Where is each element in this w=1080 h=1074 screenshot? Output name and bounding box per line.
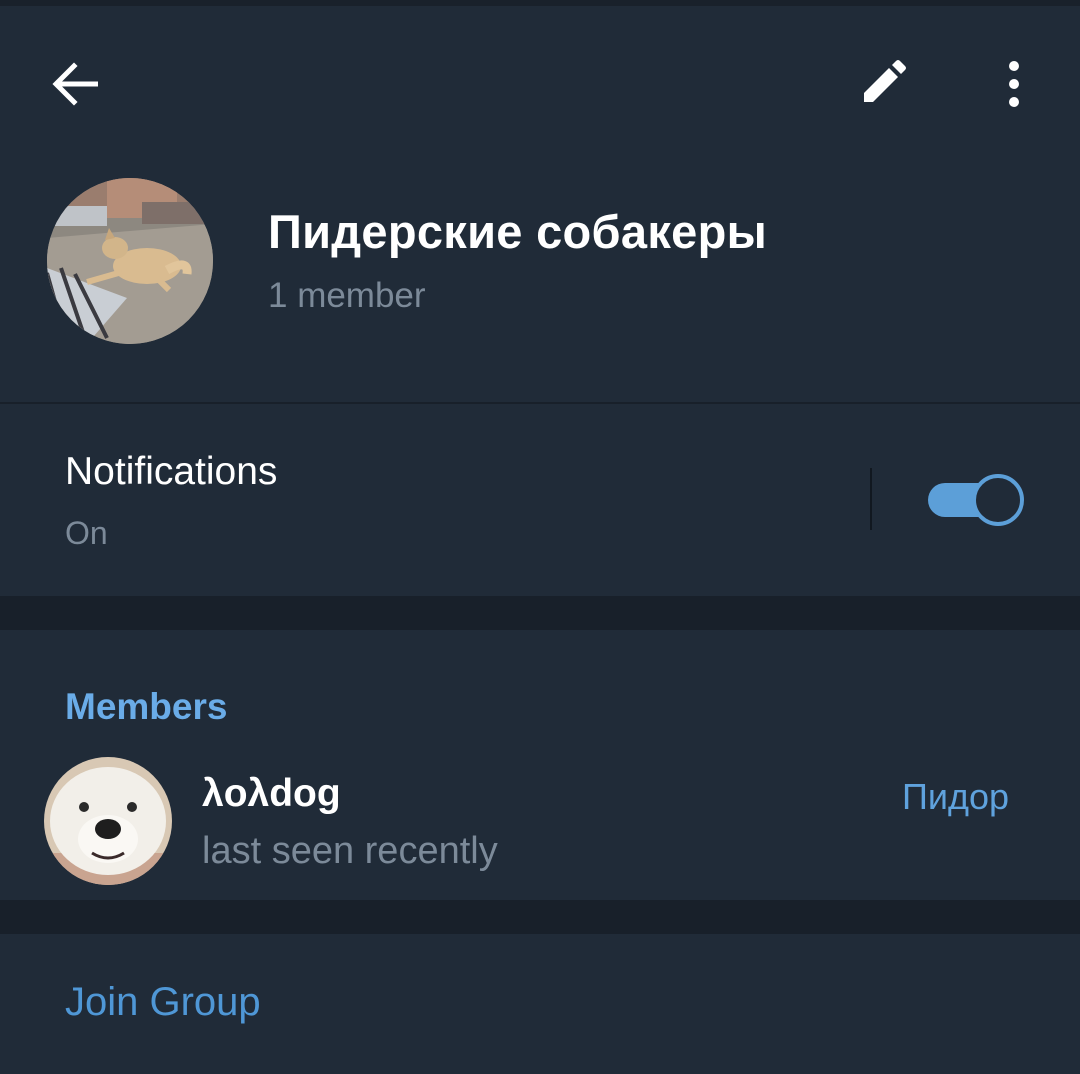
- more-vertical-icon: [1009, 61, 1019, 107]
- members-header: Members: [65, 686, 228, 727]
- notifications-value: On: [65, 515, 108, 551]
- divider: [870, 468, 872, 530]
- notifications-toggle[interactable]: [928, 474, 1024, 526]
- notifications-row[interactable]: [0, 404, 1080, 596]
- member-count: 1 member: [268, 276, 426, 315]
- back-button[interactable]: [40, 52, 112, 116]
- member-status: last seen recently: [202, 830, 498, 872]
- toggle-knob: [972, 474, 1024, 526]
- arrow-left-icon: [52, 62, 98, 106]
- group-avatar[interactable]: [47, 178, 213, 344]
- notifications-label: Notifications: [65, 450, 278, 493]
- members-section: [0, 630, 1080, 900]
- member-name[interactable]: λoλdog: [202, 772, 341, 816]
- join-group-button[interactable]: Join Group: [65, 980, 261, 1025]
- group-title: Пидерские собакеры: [268, 205, 768, 258]
- more-options-button[interactable]: [982, 52, 1046, 116]
- avatar[interactable]: [44, 757, 172, 885]
- member-role-badge: Пидор: [902, 776, 1010, 817]
- pencil-icon: [864, 60, 906, 102]
- edit-button[interactable]: [850, 52, 914, 116]
